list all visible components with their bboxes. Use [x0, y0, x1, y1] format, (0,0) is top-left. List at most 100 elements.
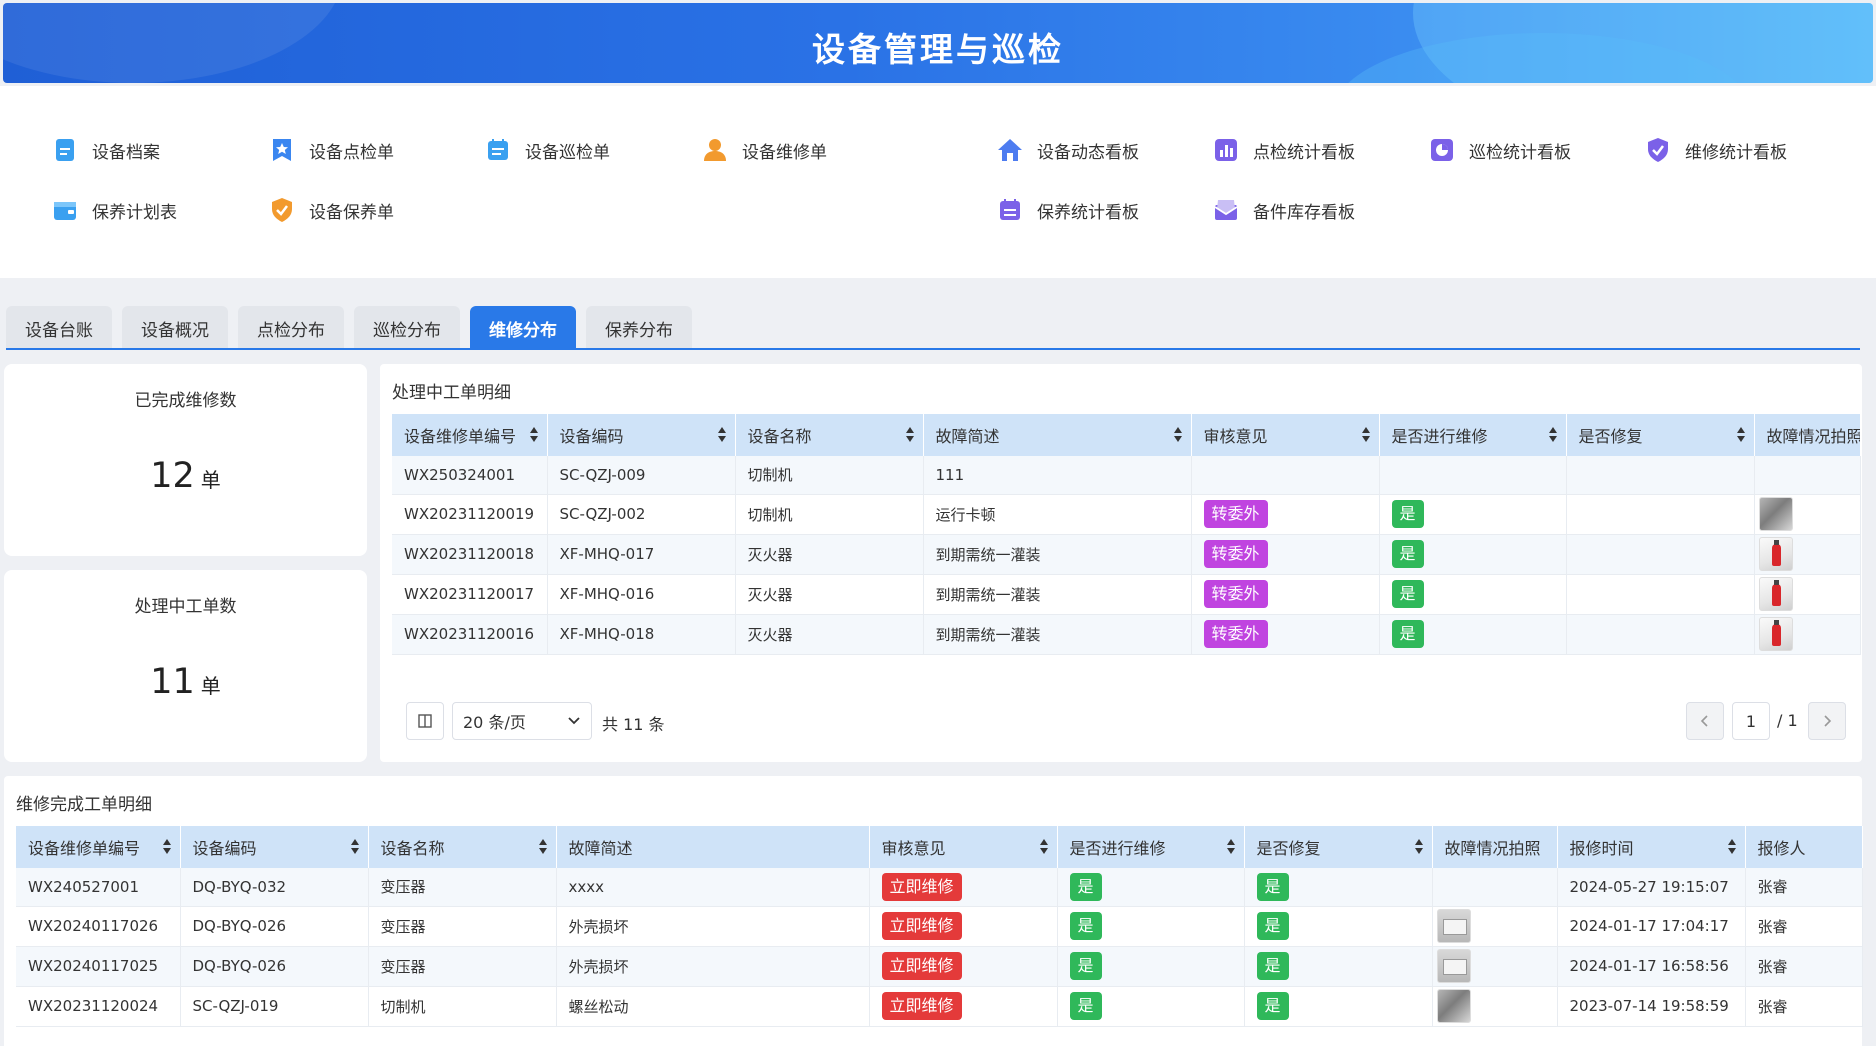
column-header[interactable]: 是否进行维修: [1057, 826, 1245, 868]
column-header[interactable]: 是否修复: [1244, 826, 1433, 868]
sort-icon[interactable]: [538, 839, 547, 855]
sort-icon[interactable]: [1548, 427, 1557, 443]
quick-menu-item[interactable]: 设备动态看板: [997, 135, 1139, 165]
status-tag: 是: [1069, 912, 1102, 940]
next-page-button[interactable]: [1808, 702, 1846, 740]
quick-menu-item[interactable]: 维修统计看板: [1645, 135, 1787, 165]
stat-card-completed: 已完成维修数 12 单: [4, 364, 367, 556]
column-header[interactable]: 审核意见: [1191, 414, 1380, 456]
quick-menu-item[interactable]: 备件库存看板: [1213, 195, 1355, 225]
quick-menu-item[interactable]: 保养计划表: [52, 195, 177, 225]
column-header[interactable]: 设备名称: [368, 826, 557, 868]
table-cell: WX250324001: [392, 456, 548, 495]
column-header[interactable]: 设备名称: [735, 414, 924, 456]
table-cell: WX20231120016: [392, 614, 548, 655]
quick-menu-item[interactable]: 巡检统计看板: [1429, 135, 1571, 165]
table-cell: WX20240117026: [16, 906, 181, 947]
fault-photo-thumbnail[interactable]: [1758, 537, 1793, 571]
sort-icon[interactable]: [1361, 427, 1370, 443]
column-settings-button[interactable]: [406, 702, 444, 740]
prev-page-button[interactable]: [1686, 702, 1724, 740]
quick-menu-item[interactable]: 设备保养单: [269, 195, 394, 225]
table-row[interactable]: WX20240117025 DQ-BYQ-026 变压器 外壳损坏 立即维修 是 是 2024…: [16, 946, 1863, 987]
table-row[interactable]: WX20240117026 DQ-BYQ-026 变压器 外壳损坏 立即维修 是 是 2024…: [16, 906, 1863, 947]
tab-item[interactable]: 点检分布: [238, 306, 344, 350]
chevron-left-icon: [1700, 715, 1708, 727]
page-size-select[interactable]: 20 条/页: [452, 702, 592, 740]
column-header-label: 设备编码: [559, 427, 624, 446]
table-cell: 运行卡顿: [923, 494, 1192, 535]
table-row[interactable]: WX20231120018 XF-MHQ-017 灭火器 到期需统一灌装 转委外 是: [392, 534, 1861, 575]
sort-icon[interactable]: [162, 839, 171, 855]
table-cell: [1432, 946, 1558, 987]
tab-item[interactable]: 保养分布: [586, 306, 692, 350]
table-row[interactable]: WX250324001 SC-QZJ-009 切制机 111: [392, 456, 1861, 495]
table-row[interactable]: WX20231120017 XF-MHQ-016 灭火器 到期需统一灌装 转委外 是: [392, 574, 1861, 615]
quick-menu-item[interactable]: 保养统计看板: [997, 195, 1139, 225]
status-tag: 转委外: [1203, 500, 1268, 528]
column-header[interactable]: 设备维修单编号: [392, 414, 548, 456]
column-header-label: 设备名称: [380, 839, 445, 858]
sort-icon[interactable]: [529, 427, 538, 443]
column-header[interactable]: 故障简述: [923, 414, 1192, 456]
table-row[interactable]: WX20231120024 SC-QZJ-019 切制机 螺丝松动 立即维修 是 是 2023…: [16, 986, 1863, 1027]
table-cell: WX20231120017: [392, 574, 548, 615]
column-header[interactable]: 故障情况拍照: [1432, 826, 1558, 868]
stat-unit: 单: [200, 674, 221, 698]
table-row[interactable]: WX20231120019 SC-QZJ-002 切制机 运行卡顿 转委外 是: [392, 494, 1861, 535]
sort-icon[interactable]: [1414, 839, 1423, 855]
column-header[interactable]: 设备维修单编号: [16, 826, 181, 868]
quick-menu-item[interactable]: 设备档案: [52, 135, 160, 165]
sort-icon[interactable]: [1736, 427, 1745, 443]
table-cell: [1566, 494, 1755, 535]
table-cell: 是: [1379, 614, 1567, 655]
quick-menu-item[interactable]: 设备巡检单: [485, 135, 610, 165]
tab-item[interactable]: 维修分布: [470, 306, 576, 350]
column-header[interactable]: 故障简述: [556, 826, 870, 868]
sort-icon[interactable]: [1039, 839, 1048, 855]
table-cell: [1754, 494, 1861, 535]
column-header-label: 设备维修单编号: [28, 839, 141, 858]
column-header[interactable]: 设备编码: [547, 414, 736, 456]
quick-menu-item[interactable]: 设备维修单: [702, 135, 827, 165]
fault-photo-thumbnail[interactable]: [1436, 909, 1471, 943]
sort-icon[interactable]: [905, 427, 914, 443]
tab-item[interactable]: 巡检分布: [354, 306, 460, 350]
fault-photo-thumbnail[interactable]: [1436, 949, 1471, 983]
sort-icon[interactable]: [350, 839, 359, 855]
fault-photo-thumbnail[interactable]: [1758, 497, 1793, 531]
sort-icon[interactable]: [1226, 839, 1235, 855]
sort-icon[interactable]: [1173, 427, 1182, 443]
table-cell: 立即维修: [869, 986, 1058, 1027]
status-tag: 是: [1256, 912, 1289, 940]
tab-item[interactable]: 设备台账: [6, 306, 112, 350]
table-cell: 变压器: [368, 868, 557, 907]
table-row[interactable]: WX20231120016 XF-MHQ-018 灭火器 到期需统一灌装 转委外 是: [392, 614, 1861, 655]
bar-chart-icon: [1213, 137, 1239, 163]
column-header[interactable]: 设备编码: [180, 826, 369, 868]
fault-photo-thumbnail[interactable]: [1758, 617, 1793, 651]
column-header[interactable]: 审核意见: [869, 826, 1058, 868]
column-header[interactable]: 报修时间: [1557, 826, 1746, 868]
sort-icon[interactable]: [717, 427, 726, 443]
table-cell: [1566, 456, 1755, 495]
page-number-input[interactable]: 1: [1732, 702, 1770, 740]
column-header-label: 审核意见: [881, 839, 946, 858]
quick-menu-item[interactable]: 点检统计看板: [1213, 135, 1355, 165]
tab-item[interactable]: 设备概况: [122, 306, 228, 350]
column-header[interactable]: 故障情况拍照: [1754, 414, 1861, 456]
column-header[interactable]: 是否进行维修: [1379, 414, 1567, 456]
fault-photo-thumbnail[interactable]: [1436, 989, 1471, 1023]
sort-icon[interactable]: [1727, 839, 1736, 855]
column-header[interactable]: 报修人: [1745, 826, 1863, 868]
status-tag: 是: [1069, 872, 1102, 901]
column-header[interactable]: 是否修复: [1566, 414, 1755, 456]
table-cell: 灭火器: [735, 574, 924, 615]
table-cell: 灭火器: [735, 614, 924, 655]
fault-photo-thumbnail[interactable]: [1758, 577, 1793, 611]
quick-menu-item[interactable]: 设备点检单: [269, 135, 394, 165]
stat-title: 处理中工单数: [134, 597, 237, 617]
table-row[interactable]: WX240527001 DQ-BYQ-032 变压器 xxxx 立即维修 是 是 2024-0…: [16, 868, 1863, 907]
current-page: 1: [1745, 711, 1757, 731]
table-cell: 是: [1057, 946, 1245, 987]
